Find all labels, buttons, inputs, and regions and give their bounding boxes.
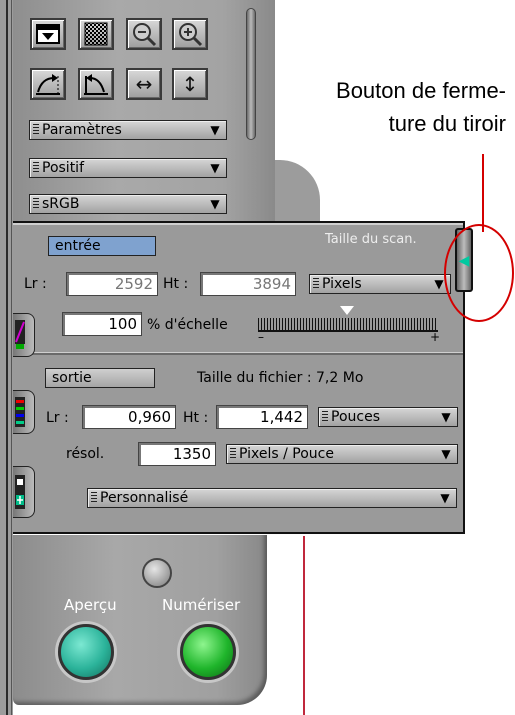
grip-icon [230, 448, 236, 460]
positif-dropdown[interactable]: Positif ▼ [29, 158, 227, 178]
grip-icon [322, 411, 328, 423]
left-divider [6, 0, 8, 715]
output-unit-label: Pouces [331, 409, 380, 425]
flip-horizontal-button[interactable]: ↔ [126, 68, 162, 100]
panel-scroll-handle[interactable] [246, 8, 256, 140]
out-ht-label: Ht : [183, 410, 209, 426]
flip-vertical-button[interactable]: ↕ [172, 68, 208, 100]
drawer-title: Taille du scan. [325, 232, 417, 247]
slider-plus: + [430, 330, 441, 344]
flip-horizontal-icon: ↔ [135, 72, 153, 96]
lr-input[interactable]: 2592 [66, 272, 158, 296]
grip-icon [91, 492, 97, 504]
rotate-right-button[interactable] [30, 68, 66, 100]
checker-button[interactable] [78, 18, 114, 50]
annotation-line-1: Bouton de ferme- [336, 78, 506, 103]
chevron-down-icon: ▼ [440, 491, 450, 505]
rotate-right-icon [36, 74, 60, 95]
srgb-label: sRGB [42, 196, 80, 212]
grip-icon [313, 278, 319, 290]
preset-dropdown[interactable]: Personnalisé ▼ [87, 488, 457, 508]
close-button-annotation: Bouton de ferme- ture du tiroir [280, 74, 506, 140]
out-lr-label: Lr : [46, 410, 69, 426]
chevron-down-icon: ▼ [210, 197, 220, 211]
crop-icon [15, 475, 25, 509]
preview-label: Aperçu [64, 596, 117, 614]
resolution-unit-label: Pixels / Pouce [239, 446, 334, 462]
output-chip[interactable]: sortie [45, 368, 155, 388]
srgb-dropdown[interactable]: sRGB ▼ [29, 194, 227, 214]
out-ht-input[interactable]: 1,442 [216, 405, 308, 429]
grip-icon [33, 198, 39, 210]
scan-button[interactable] [180, 624, 236, 680]
ht-label: Ht : [163, 276, 189, 292]
resolution-input[interactable]: 1350 [138, 442, 216, 466]
invert-icon [36, 24, 60, 44]
grip-icon [33, 124, 39, 136]
file-size-label: Taille du fichier : 7,2 Mo [197, 370, 364, 386]
chevron-down-icon: ▼ [441, 447, 451, 461]
parametres-label: Paramètres [42, 122, 122, 138]
parametres-dropdown[interactable]: Paramètres ▼ [29, 120, 227, 140]
chevron-down-icon: ▼ [441, 410, 451, 424]
status-led [142, 558, 172, 588]
slider-ticks [258, 318, 438, 332]
zoom-out-icon [133, 23, 157, 47]
input-unit-label: Pixels [322, 276, 362, 292]
curves-tab[interactable] [13, 313, 35, 357]
out-lr-input[interactable]: 0,960 [82, 405, 176, 429]
grip-icon [33, 162, 39, 174]
resolution-unit-dropdown[interactable]: Pixels / Pouce ▼ [226, 444, 458, 464]
drawer-divider [13, 352, 463, 355]
rotate-left-icon [84, 74, 108, 95]
rotate-left-button[interactable] [78, 68, 114, 100]
lr-label: Lr : [24, 276, 47, 292]
positif-label: Positif [42, 160, 84, 176]
input-unit-dropdown[interactable]: Pixels ▼ [309, 274, 451, 294]
drawer-guide-line [303, 536, 305, 715]
scale-input[interactable]: 100 [62, 312, 142, 336]
preset-label: Personnalisé [100, 490, 189, 506]
left-divider-thin [11, 0, 12, 715]
annotation-highlight-ellipse [444, 224, 514, 322]
resolution-label: résol. [66, 446, 105, 462]
curves-icon [15, 320, 25, 349]
scan-label: Numériser [162, 596, 241, 614]
zoom-out-button[interactable] [126, 18, 162, 50]
scan-button-panel [13, 535, 267, 705]
color-balance-tab[interactable] [13, 390, 35, 434]
invert-button[interactable] [30, 18, 66, 50]
flip-vertical-icon: ↕ [181, 72, 199, 96]
checker-icon [84, 22, 108, 46]
chevron-down-icon: ▼ [210, 123, 220, 137]
chevron-down-icon: ▼ [210, 161, 220, 175]
annotation-line-2: ture du tiroir [388, 111, 506, 136]
zoom-in-button[interactable] [172, 18, 208, 50]
color-balance-icon [15, 397, 25, 427]
slider-thumb[interactable] [340, 306, 354, 315]
crop-tab[interactable] [13, 466, 35, 518]
scale-label: % d'échelle [147, 317, 228, 333]
annotation-leader-line [482, 154, 484, 232]
input-chip[interactable]: entrée [48, 236, 156, 256]
scale-slider[interactable]: – + [258, 306, 442, 346]
zoom-in-icon [179, 23, 203, 47]
output-unit-dropdown[interactable]: Pouces ▼ [318, 407, 458, 427]
preview-button[interactable] [58, 624, 114, 680]
ht-input[interactable]: 3894 [200, 272, 296, 296]
slider-minus: – [258, 330, 264, 344]
